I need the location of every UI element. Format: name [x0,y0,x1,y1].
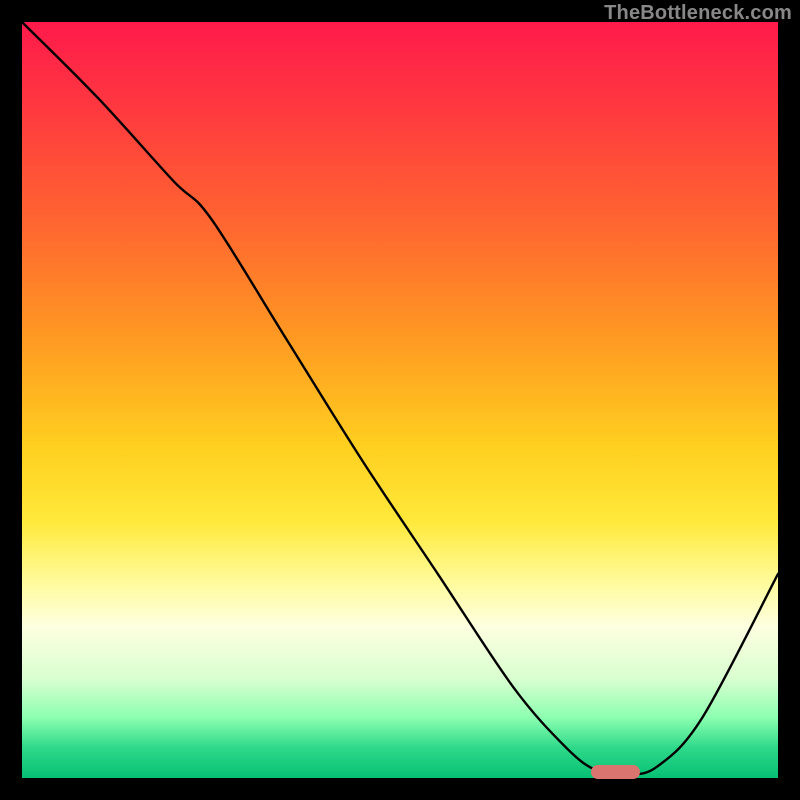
plot-area [22,22,778,778]
sweet-spot-marker [591,765,641,779]
chart-frame: TheBottleneck.com [0,0,800,800]
bottleneck-curve [22,22,778,778]
curve-path [22,22,778,775]
